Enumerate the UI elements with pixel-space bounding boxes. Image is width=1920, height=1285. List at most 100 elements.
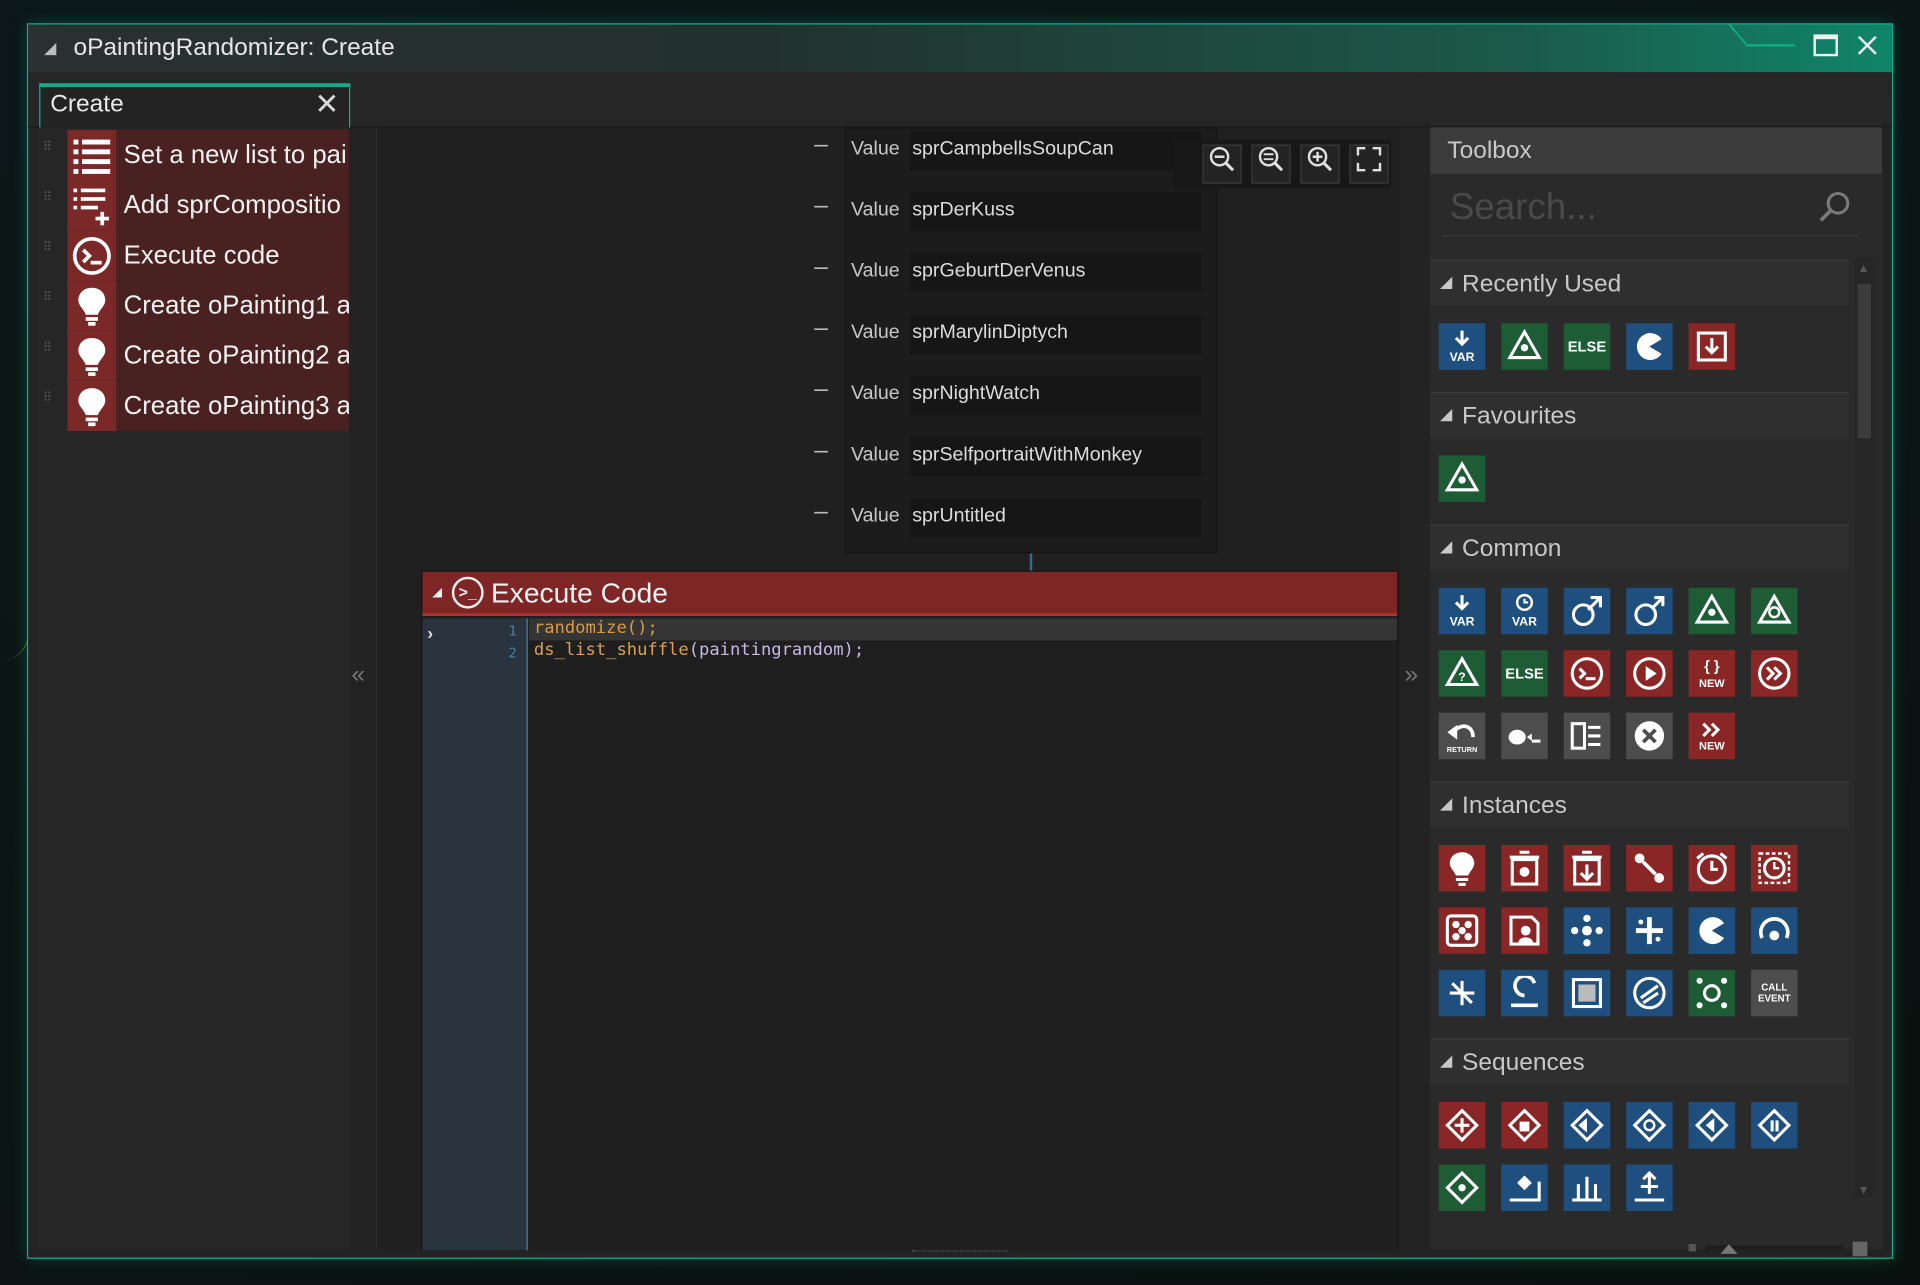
switch-icon[interactable] [1563, 712, 1611, 760]
toolbox-scrollbar[interactable]: ▲ ▼ [1855, 257, 1873, 1198]
value-field[interactable]: sprCampbellsSoupCan [909, 131, 1202, 171]
value-field[interactable]: sprNightWatch [909, 375, 1202, 416]
value-field[interactable]: sprGeburtDerVenus [909, 253, 1202, 293]
set-gravity-icon[interactable] [1501, 969, 1548, 1017]
if-collision-icon[interactable] [1688, 969, 1736, 1017]
sequence-pause-icon[interactable] [1751, 1102, 1798, 1149]
run-script-icon[interactable] [1626, 650, 1673, 697]
section-header[interactable]: Common [1430, 524, 1849, 571]
code-node-header[interactable]: >_ Execute Code [422, 571, 1398, 616]
sequence-direction-icon[interactable] [1688, 1102, 1736, 1149]
remove-value-button[interactable]: – [814, 192, 828, 220]
sequence-headpos-icon[interactable] [1501, 1164, 1548, 1212]
function-return-icon[interactable] [1626, 323, 1673, 370]
sequence-move-icon[interactable] [1626, 1164, 1673, 1212]
collapse-left-button[interactable]: « [351, 661, 365, 689]
remove-value-button[interactable]: – [814, 498, 828, 526]
set-instance-variable-icon[interactable] [1626, 587, 1673, 635]
declare-temp-variable-icon[interactable]: VAR [1438, 587, 1486, 635]
collapse-right-button[interactable]: » [1404, 661, 1418, 689]
if-expression-icon[interactable]: ? [1438, 650, 1486, 697]
action-item[interactable]: ⠿ Execute code [38, 230, 349, 281]
action-canvas[interactable]: – Value sprCampbellsSoupCan – Value sprD… [375, 127, 1400, 1251]
assign-variable-icon[interactable]: VAR [1501, 587, 1548, 635]
drag-handle-icon[interactable]: ⠿ [43, 241, 58, 266]
drag-handle-icon[interactable]: ⠿ [43, 342, 58, 367]
if-sequence-exists-icon[interactable] [1438, 1164, 1486, 1212]
value-field[interactable]: sprDerKuss [909, 192, 1202, 232]
drag-handle-icon[interactable]: ⠿ [43, 392, 58, 417]
value-field[interactable]: sprUntitled [909, 498, 1202, 538]
resize-handle[interactable] [912, 1250, 1008, 1255]
remove-value-button[interactable]: – [814, 253, 828, 281]
instance-exists-icon[interactable] [1501, 907, 1548, 954]
action-item[interactable]: ⠿ Add sprCompositio [38, 180, 349, 231]
horizontal-scrollbar[interactable] [1688, 1239, 1885, 1257]
collapse-triangle-icon[interactable] [44, 42, 57, 55]
sequence-play-icon[interactable] [1563, 1102, 1611, 1149]
code-line[interactable]: ds_list_shuffle(paintingrandom); [534, 640, 864, 660]
code-line[interactable]: randomize(); [534, 618, 658, 638]
remove-value-button[interactable]: – [814, 131, 828, 159]
scroll-down-icon[interactable]: ▼ [1858, 1184, 1870, 1197]
drag-handle-icon[interactable]: ⠿ [43, 291, 58, 316]
zoom-out-button[interactable] [1202, 144, 1242, 184]
drag-handle-icon[interactable]: ⠿ [43, 141, 58, 166]
zoom-reset-button[interactable] [1251, 144, 1291, 184]
section-header[interactable]: Recently Used [1430, 259, 1849, 307]
bounce-icon[interactable] [1626, 969, 1673, 1017]
section-header[interactable]: Favourites [1430, 391, 1849, 439]
create-instance-icon[interactable] [1438, 844, 1486, 892]
call-function-icon[interactable] [1751, 650, 1798, 697]
if-instance-variable-icon[interactable] [1751, 587, 1798, 635]
toolbox-search-input[interactable]: Search... [1442, 182, 1859, 237]
tab-create[interactable]: Create ✕ [39, 83, 351, 128]
section-header[interactable]: Sequences [1430, 1038, 1849, 1085]
zoom-in-button[interactable] [1300, 144, 1340, 184]
scroll-up-icon[interactable]: ▲ [1858, 262, 1870, 275]
get-alarm-icon[interactable] [1751, 844, 1798, 892]
if-variable-icon[interactable] [1688, 587, 1736, 635]
move-random-icon[interactable] [1438, 969, 1486, 1017]
if-variable-icon[interactable] [1438, 455, 1486, 503]
section-header[interactable]: Instances [1430, 781, 1849, 828]
else-icon[interactable]: ELSE [1563, 323, 1611, 370]
tab-close-button[interactable]: ✕ [315, 87, 340, 123]
value-field[interactable]: sprSelfportraitWithMonkey [909, 437, 1202, 477]
if-variable-icon[interactable] [1501, 323, 1548, 370]
direction-icon[interactable] [1688, 907, 1736, 954]
code-editor[interactable]: randomize(); ds_list_shuffle(paintingran… [528, 618, 1398, 1251]
value-field[interactable]: sprMarylinDiptych [909, 314, 1202, 354]
destroy-at-position-icon[interactable] [1563, 844, 1611, 892]
sequence-track-icon[interactable] [1563, 1164, 1611, 1212]
collapse-triangle-icon[interactable] [432, 587, 443, 598]
remove-value-button[interactable]: – [814, 315, 828, 343]
declare-temp-variable-icon[interactable]: VAR [1438, 323, 1486, 370]
remove-value-button[interactable]: – [814, 376, 828, 404]
return-icon[interactable]: RETURN [1438, 712, 1486, 760]
drag-handle-icon[interactable]: ⠿ [43, 191, 58, 216]
set-speed-icon[interactable] [1751, 907, 1798, 954]
search-icon[interactable] [1817, 190, 1851, 224]
action-item[interactable]: ⠿ Create oPainting1 a [38, 280, 349, 331]
else-icon[interactable]: ELSE [1501, 650, 1548, 697]
action-item[interactable]: ⠿ Create oPainting2 a [38, 330, 349, 381]
execute-code-icon[interactable] [1563, 650, 1611, 697]
function-call-icon[interactable] [1501, 712, 1548, 760]
get-instance-variable-icon[interactable] [1563, 587, 1611, 635]
move-grid-icon[interactable] [1626, 907, 1673, 954]
declare-new-function-icon[interactable]: { } NEW [1688, 650, 1736, 697]
destroy-sequence-icon[interactable] [1501, 1102, 1548, 1149]
fit-view-button[interactable] [1349, 144, 1389, 184]
action-item[interactable]: ⠿ Create oPainting3 a [38, 380, 349, 432]
window-titlebar[interactable]: oPaintingRandomizer: Create [28, 24, 1892, 73]
maximize-button[interactable] [1811, 34, 1840, 63]
scrollbar-thumb[interactable] [1857, 284, 1872, 439]
sequence-speed-icon[interactable] [1626, 1102, 1673, 1149]
remove-value-button[interactable]: – [814, 437, 828, 465]
set-friction-icon[interactable] [1563, 969, 1611, 1017]
call-event-icon[interactable]: CALL EVENT [1751, 969, 1798, 1017]
instance-count-icon[interactable] [1438, 907, 1486, 954]
create-instance-icon[interactable] [1688, 323, 1736, 370]
close-window-button[interactable] [1853, 34, 1882, 63]
